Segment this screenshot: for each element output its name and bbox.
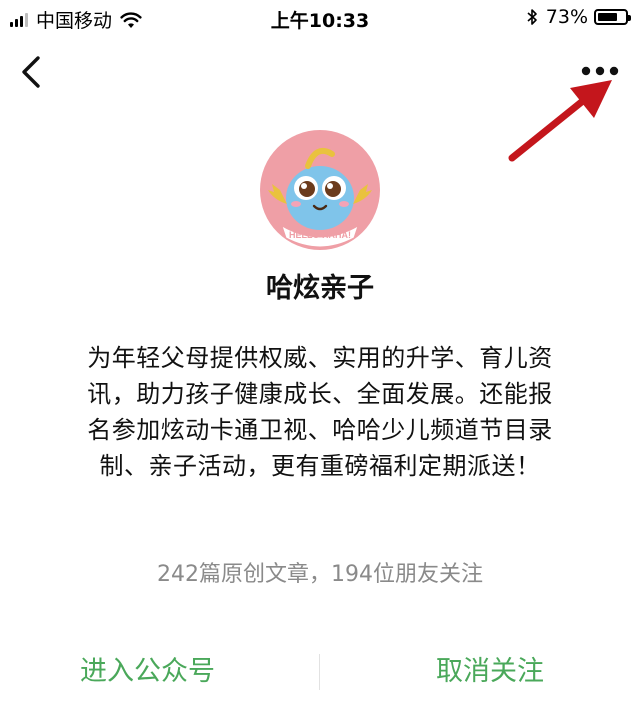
chevron-left-icon xyxy=(22,56,40,88)
unfollow-button[interactable]: 取消关注 xyxy=(414,646,544,698)
status-bar: 中国移动 上午10:33 73% xyxy=(0,0,640,36)
more-dots-icon xyxy=(581,66,619,76)
battery-fill xyxy=(598,13,617,21)
account-stats: 242篇原创文章，194位朋友关注 xyxy=(157,562,483,587)
action-divider xyxy=(319,654,320,690)
more-button[interactable] xyxy=(578,56,622,86)
status-right: 73% xyxy=(526,6,631,28)
battery-percent: 73% xyxy=(545,6,588,28)
avatar-text: HELLO HAHA! xyxy=(289,230,351,240)
bluetooth-icon xyxy=(527,9,537,25)
account-description: 为年轻父母提供权威、实用的升学、育儿资讯，助力孩子健康成长、全面发展。还能报名参… xyxy=(87,344,553,480)
action-bar: 进入公众号 取消关注 xyxy=(0,646,640,698)
enter-account-button[interactable]: 进入公众号 xyxy=(80,646,250,698)
back-button[interactable] xyxy=(12,52,52,92)
battery-icon xyxy=(594,9,631,25)
account-name: 哈炫亲子 xyxy=(266,273,374,304)
avatar: HELLO HAHA! xyxy=(260,130,380,250)
mascot-logo-icon: HELLO HAHA! xyxy=(260,130,380,250)
